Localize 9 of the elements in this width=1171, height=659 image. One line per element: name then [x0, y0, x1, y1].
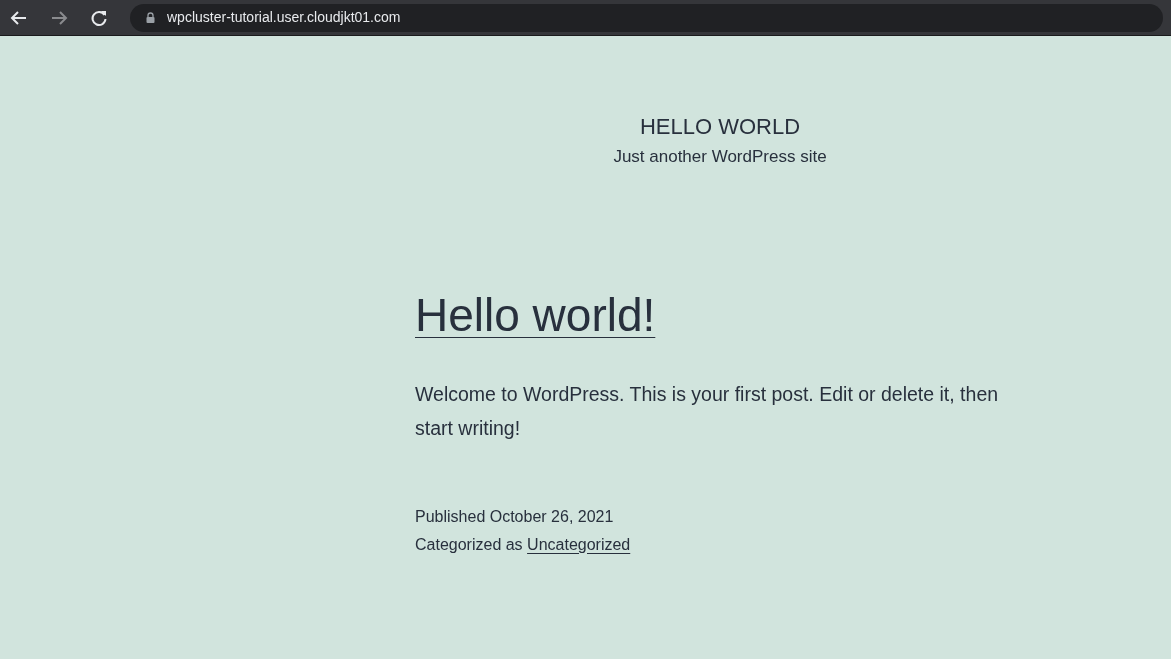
url-text: wpcluster-tutorial.user.cloudjkt01.com — [167, 8, 401, 27]
address-bar[interactable]: wpcluster-tutorial.user.cloudjkt01.com — [130, 3, 1163, 32]
post-title-link[interactable]: Hello world! — [415, 288, 656, 341]
post-body-text: Welcome to WordPress. This is your first post. Edit or delete it, then start writing! — [415, 382, 1000, 442]
category-link[interactable]: Uncategorized — [527, 535, 631, 553]
site-tagline: Just another WordPress site — [612, 146, 828, 169]
published-date: Published October 26, 2021 — [415, 507, 615, 528]
category-label: Categorized as — [415, 535, 523, 553]
site-title[interactable]: HELLO WORLD — [415, 114, 1025, 141]
